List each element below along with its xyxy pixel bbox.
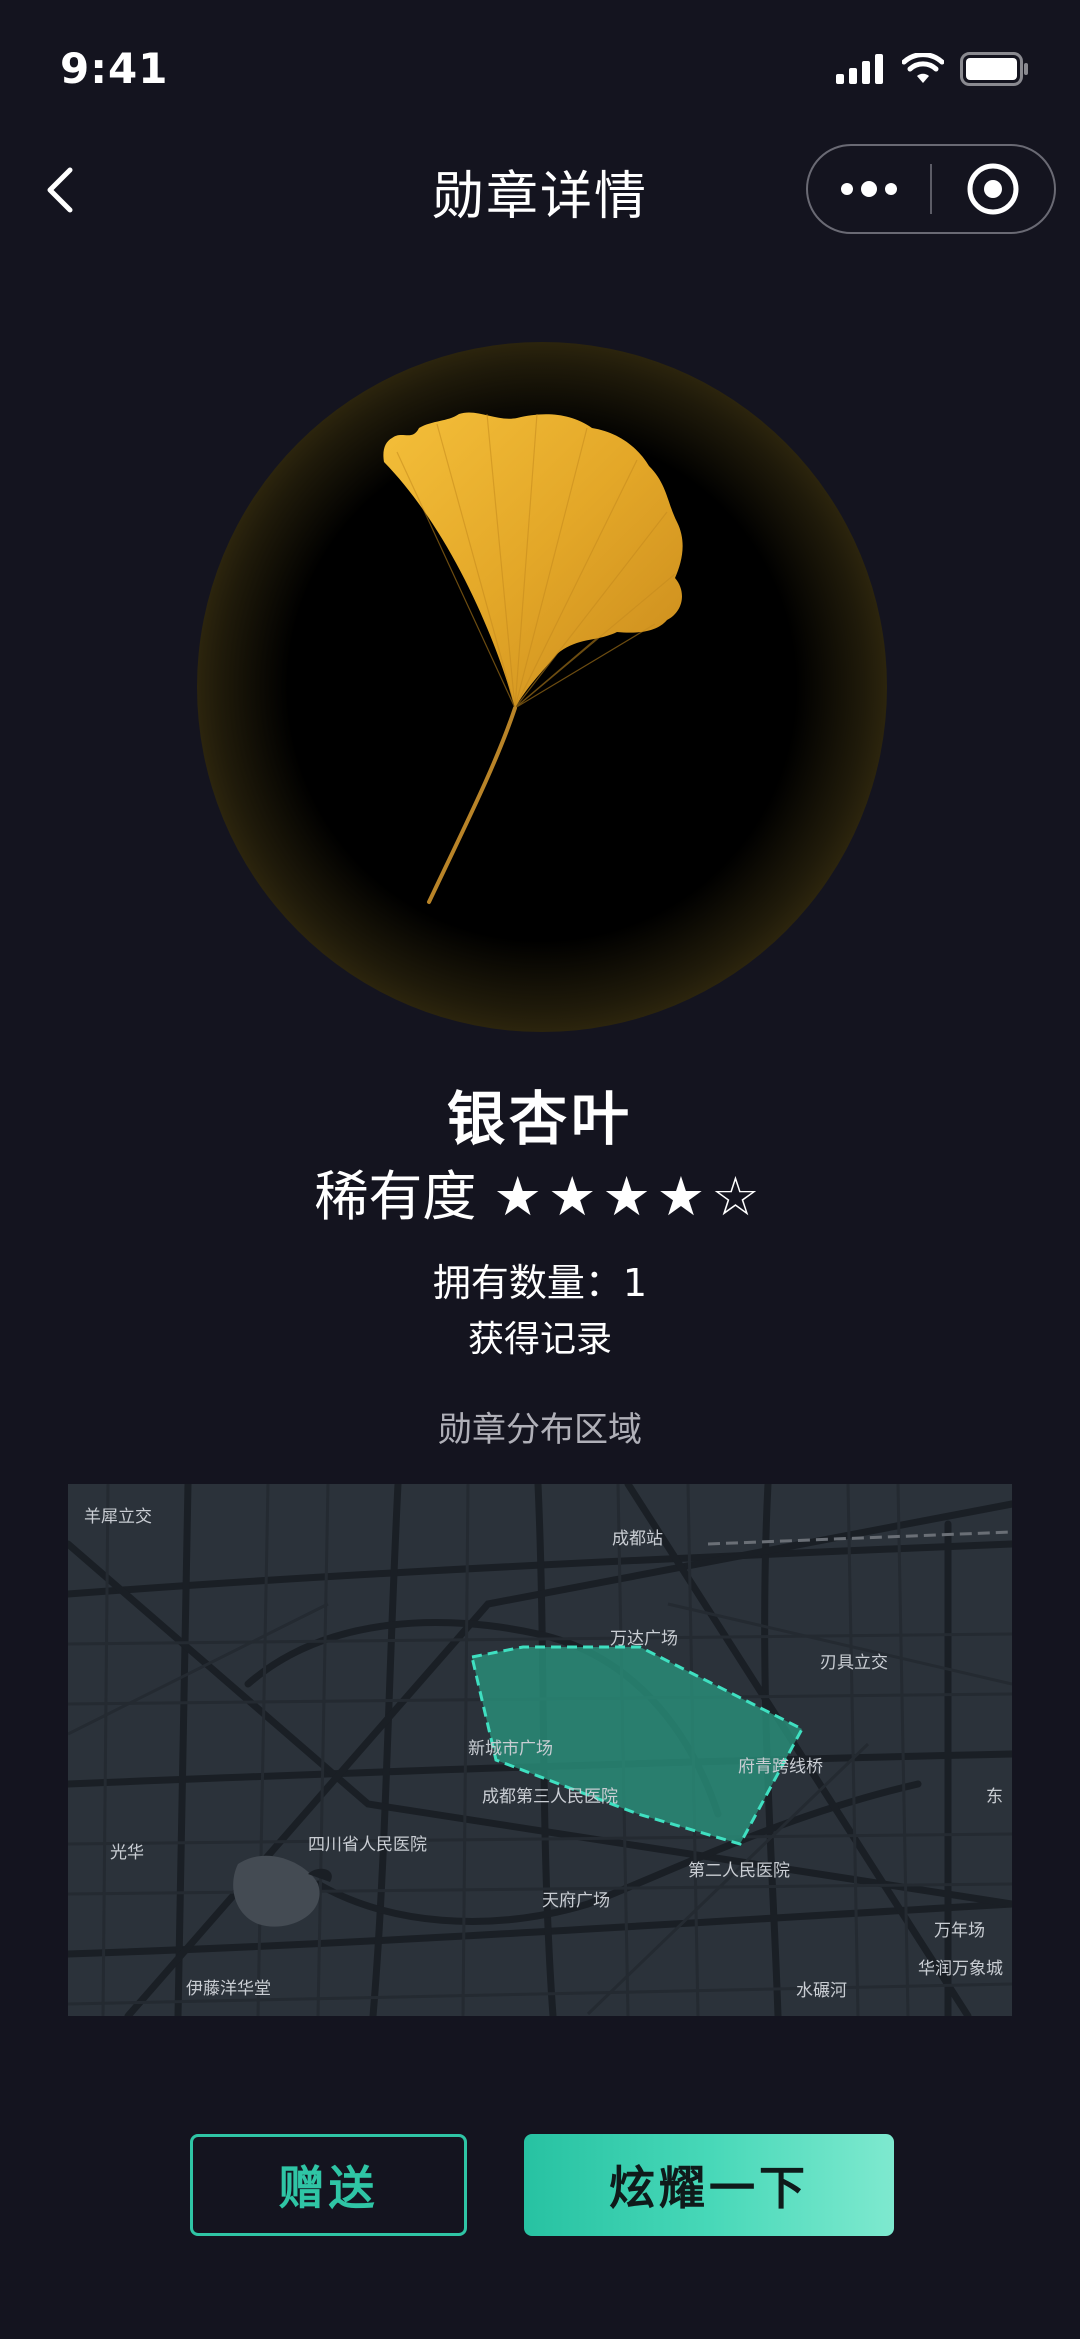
map-label: 刃具立交 (820, 1653, 888, 1673)
badge-medal (197, 342, 887, 1032)
map-label: 成都站 (612, 1529, 663, 1549)
map-label: 光华 (110, 1843, 144, 1863)
nav-bar: 勋章详情 (0, 140, 1080, 240)
map-label: 水碾河 (796, 1981, 847, 2001)
map-label: 东 (986, 1787, 1003, 1807)
map-label: 华润万象城 (918, 1959, 1003, 1979)
status-time: 9:41 (60, 44, 169, 93)
map-label: 成都第三人民医院 (482, 1787, 618, 1807)
map-label: 万达广场 (610, 1629, 678, 1649)
map-label: 府青跨线桥 (738, 1757, 823, 1777)
distribution-area-title: 勋章分布区域 (438, 1410, 642, 1450)
wifi-icon (902, 53, 944, 83)
rarity-row: 稀有度 ★★★★☆ (0, 1152, 1080, 1231)
rarity-label: 稀有度 (314, 1165, 477, 1228)
map-label: 伊藤洋华堂 (186, 1979, 271, 1999)
rarity-stars: ★★★★☆ (493, 1165, 766, 1228)
map-label: 第二人民医院 (688, 1861, 790, 1881)
map-label: 新城市广场 (468, 1739, 553, 1759)
distribution-map[interactable]: 羊犀立交 成都站 万达广场 刃具立交 新城市广场 府青跨线桥 成都第三人民医院 … (68, 1484, 1012, 2016)
map-label: 羊犀立交 (84, 1507, 152, 1527)
battery-icon (960, 52, 1028, 86)
more-dots-icon (841, 181, 897, 197)
acquire-record-link[interactable]: 获得记录 (0, 1310, 1080, 1362)
status-icons (836, 52, 1030, 86)
target-close-icon (967, 163, 1019, 215)
more-button[interactable] (808, 146, 930, 232)
ginkgo-leaf-icon (383, 412, 683, 904)
owned-count: 拥有数量：1 (432, 1261, 648, 1305)
map-label: 万年场 (934, 1921, 985, 1941)
badge-name: 银杏叶 (446, 1085, 633, 1153)
map-label: 四川省人民医院 (308, 1835, 427, 1855)
status-bar: 9:41 (0, 0, 1080, 140)
miniprogram-capsule (806, 144, 1056, 234)
show-off-button[interactable]: 炫耀一下 (524, 2134, 894, 2236)
signal-icon (836, 54, 883, 84)
map-label: 天府广场 (542, 1891, 610, 1911)
close-miniprogram-button[interactable] (932, 146, 1054, 232)
gift-button[interactable]: 赠送 (190, 2134, 467, 2236)
